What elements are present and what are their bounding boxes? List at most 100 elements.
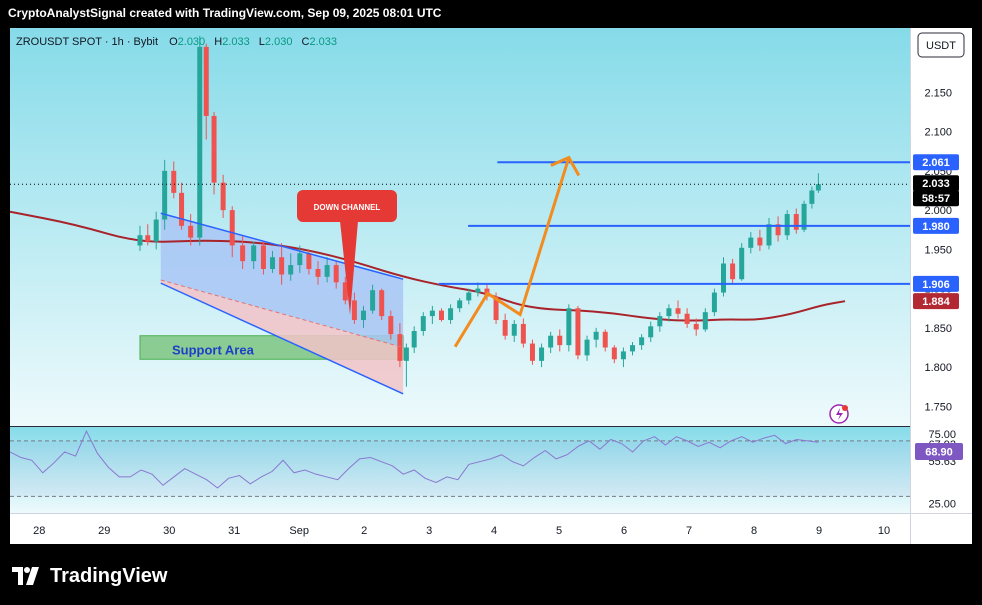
candle-body xyxy=(466,292,472,301)
tradingview-logo-icon xyxy=(12,567,39,585)
candle-body xyxy=(370,290,376,311)
candle-body xyxy=(457,300,463,309)
tradingview-logo: TradingView xyxy=(12,564,167,588)
candle-body xyxy=(260,245,266,269)
time-tick-label: 29 xyxy=(98,525,110,537)
candle-body xyxy=(137,235,143,246)
candle-body xyxy=(620,351,626,360)
symbol-label: ZROUSDT SPOT · 1h · Bybit xyxy=(16,36,158,48)
callout-text: DOWN CHANNEL xyxy=(314,203,381,212)
price-pane-background xyxy=(10,28,910,426)
candle-body xyxy=(721,263,727,293)
candle-body xyxy=(639,337,645,346)
candle-body xyxy=(379,290,385,317)
price-tick-label: 1.850 xyxy=(924,323,952,335)
candle-body xyxy=(288,265,294,275)
candle-body xyxy=(315,268,321,277)
candle-body xyxy=(675,308,681,314)
candle-body xyxy=(171,170,177,193)
time-tick-label: 4 xyxy=(491,525,497,537)
candle-body xyxy=(145,235,151,242)
candle-body xyxy=(757,237,763,246)
price-label-text: 1.906 xyxy=(922,279,950,291)
candle-body xyxy=(566,308,572,346)
time-tick-label: 8 xyxy=(751,525,757,537)
candle-body xyxy=(279,257,285,275)
time-tick-label: 28 xyxy=(33,525,45,537)
candle-body xyxy=(251,245,257,262)
symbol-legend[interactable]: ZROUSDT SPOT · 1h · Bybit O2.030 H2.033 … xyxy=(16,36,337,48)
candle-body xyxy=(324,265,330,277)
candle-body xyxy=(270,257,276,269)
price-tick-label: 1.950 xyxy=(924,244,952,256)
time-tick-label: 2 xyxy=(361,525,367,537)
time-tick-label: 31 xyxy=(228,525,240,537)
candle-body xyxy=(153,219,159,242)
price-tick-label: 2.100 xyxy=(924,127,952,139)
price-label-text: 2.033 xyxy=(922,178,950,190)
candle-body xyxy=(306,253,312,269)
indicator-icon[interactable] xyxy=(829,404,849,424)
time-tick-label: Sep xyxy=(289,525,309,537)
price-labels: 2.061 2.033 58:57 1.980 1.906 1.884 xyxy=(913,154,959,310)
price-label-1.980: 1.980 xyxy=(913,217,959,234)
candle-body xyxy=(179,192,185,226)
candle-body xyxy=(548,335,554,348)
price-label-2.033: 2.033 xyxy=(913,175,959,192)
candle-body xyxy=(438,310,444,321)
candle-body xyxy=(748,237,754,248)
low-value: 2.030 xyxy=(265,36,293,48)
time-tick-label: 9 xyxy=(816,525,822,537)
candle-body xyxy=(297,253,303,266)
candle-body xyxy=(584,339,590,356)
rsi-band xyxy=(10,440,910,497)
candle-body xyxy=(666,308,672,317)
time-tick-label: 3 xyxy=(426,525,432,537)
tradingview-logo-text: TradingView xyxy=(50,564,168,587)
candle-body xyxy=(648,326,654,338)
candle-body xyxy=(684,313,690,324)
price-label-1.906: 1.906 xyxy=(913,275,959,292)
rsi-value-badge: 68.90 xyxy=(915,443,963,460)
candle-body xyxy=(809,190,815,204)
price-label-text: 2.061 xyxy=(922,157,950,169)
candle-body xyxy=(220,182,226,211)
close-label: C xyxy=(302,36,310,48)
candle-body xyxy=(693,323,699,330)
candle-body xyxy=(575,308,581,356)
price-label-text: 1.980 xyxy=(922,221,950,233)
price-label-1.884: 1.884 xyxy=(913,293,959,310)
candle-body xyxy=(197,46,203,238)
candle-body xyxy=(657,316,663,327)
close-value: 2.033 xyxy=(309,36,337,48)
candle-body xyxy=(188,225,194,238)
price-tick-label: 2.150 xyxy=(924,87,952,99)
candle-body xyxy=(351,300,357,321)
price-label-text: 58:57 xyxy=(922,193,950,205)
currency-button[interactable]: USDT xyxy=(917,32,965,58)
candle-body xyxy=(630,345,636,352)
candle-body xyxy=(793,214,799,230)
chart-panel[interactable]: Support Area DOWN CHANNEL 2.2002.150 xyxy=(10,28,972,544)
price-tick-label: 1.750 xyxy=(924,401,952,413)
candle-body xyxy=(240,245,246,262)
candle-body xyxy=(211,115,217,183)
price-tick-label: 1.800 xyxy=(924,362,952,374)
candle-body xyxy=(448,308,454,321)
price-tick-label: 2.000 xyxy=(924,205,952,217)
time-tick-label: 6 xyxy=(621,525,627,537)
price-label-text: 1.884 xyxy=(922,296,950,308)
indicator-icon-dot xyxy=(842,405,848,411)
candle-body xyxy=(203,46,209,116)
rsi-tick-label: 25.00 xyxy=(928,498,956,510)
candle-body xyxy=(602,331,608,348)
candle-body xyxy=(403,347,409,361)
candle-body xyxy=(711,292,717,313)
high-value: 2.033 xyxy=(222,36,250,48)
chart-canvas[interactable]: Support Area DOWN CHANNEL 2.2002.150 xyxy=(10,28,972,544)
time-tick-label: 7 xyxy=(686,525,692,537)
candle-body xyxy=(511,323,517,336)
candle-body xyxy=(502,320,508,336)
candle-body xyxy=(411,331,417,348)
candle-body xyxy=(557,335,563,346)
